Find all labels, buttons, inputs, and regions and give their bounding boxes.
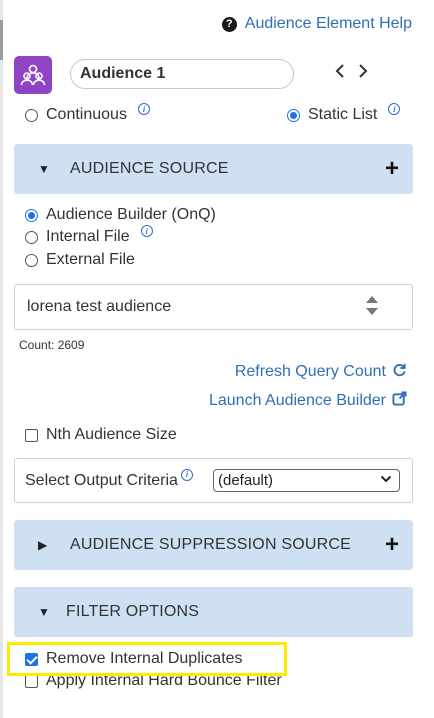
static-list-option[interactable]: Static List i	[287, 103, 401, 124]
continuous-option[interactable]: Continuous i	[25, 103, 150, 124]
help-link-container[interactable]: ? Audience Element Help	[221, 15, 412, 33]
audience-name-input[interactable]	[70, 59, 294, 89]
add-icon[interactable]: +	[385, 157, 399, 181]
output-criteria-select[interactable]: (default)	[213, 469, 400, 492]
highlight-box	[7, 642, 287, 676]
chevron-down-icon	[380, 473, 392, 487]
refresh-query-count-label[interactable]: Refresh Query Count	[235, 363, 386, 381]
caret-right-icon: ▶	[38, 538, 48, 552]
audience-suppression-header[interactable]: ▶ AUDIENCE SUPPRESSION SOURCE +	[14, 520, 413, 570]
filter-options-title: FILTER OPTIONS	[66, 603, 200, 620]
source-label-onq: Audience Builder (OnQ)	[46, 206, 216, 223]
source-radio-internal-file[interactable]	[25, 230, 38, 244]
sort-arrows-icon	[365, 295, 379, 320]
audience-count: Count: 2609	[19, 338, 85, 352]
continuous-radio[interactable]	[25, 108, 38, 122]
chevron-right-icon[interactable]	[357, 62, 369, 85]
question-circle-icon[interactable]: ?	[221, 16, 237, 32]
audience-source-header[interactable]: ▼ AUDIENCE SOURCE +	[14, 144, 413, 194]
audience-select-value: lorena test audience	[27, 298, 172, 315]
nth-audience-size-checkbox[interactable]	[25, 428, 38, 442]
add-icon[interactable]: +	[385, 533, 399, 557]
output-criteria-label: Select Output Criteria	[25, 471, 178, 489]
caret-down-icon: ▼	[38, 605, 50, 619]
nth-audience-size-option[interactable]: Nth Audience Size	[25, 426, 177, 444]
source-label-internal-file: Internal File	[46, 228, 130, 245]
chevron-left-icon[interactable]	[334, 62, 346, 85]
continuous-label: Continuous	[46, 106, 127, 123]
caret-down-icon: ▼	[38, 162, 50, 176]
users-group-icon	[14, 56, 52, 94]
nth-audience-size-label: Nth Audience Size	[46, 426, 177, 443]
refresh-icon[interactable]	[392, 362, 407, 382]
info-icon[interactable]: i	[140, 225, 153, 237]
source-option-onq[interactable]: Audience Builder (OnQ)	[25, 206, 216, 224]
audience-source-title: AUDIENCE SOURCE	[70, 160, 229, 177]
output-criteria-box: Select Output Criteria i (default)	[14, 458, 413, 503]
info-icon[interactable]: i	[137, 103, 150, 115]
source-option-external-file[interactable]: External File	[25, 251, 135, 269]
info-icon[interactable]: i	[180, 468, 193, 481]
launch-audience-builder-label[interactable]: Launch Audience Builder	[209, 392, 386, 410]
hard-bounce-checkbox[interactable]	[25, 674, 38, 688]
left-edge	[0, 0, 3, 718]
filter-options-header[interactable]: ▼ FILTER OPTIONS	[14, 587, 413, 637]
refresh-query-count-link[interactable]: Refresh Query Count	[235, 362, 407, 382]
audience-select[interactable]: lorena test audience	[14, 284, 413, 330]
external-link-icon[interactable]	[392, 391, 407, 411]
info-icon[interactable]: i	[388, 103, 401, 115]
audience-element-help-link[interactable]: Audience Element Help	[245, 15, 412, 33]
static-list-label: Static List	[308, 106, 378, 123]
audience-suppression-title: AUDIENCE SUPPRESSION SOURCE	[70, 536, 352, 553]
left-edge-marker	[0, 20, 3, 60]
source-radio-onq[interactable]	[25, 208, 38, 222]
launch-audience-builder-link[interactable]: Launch Audience Builder	[209, 391, 407, 411]
source-option-internal-file[interactable]: Internal File i	[25, 225, 153, 246]
static-list-radio[interactable]	[287, 108, 300, 122]
source-label-external-file: External File	[46, 251, 135, 268]
output-criteria-value: (default)	[218, 472, 274, 489]
source-radio-external-file[interactable]	[25, 253, 38, 267]
